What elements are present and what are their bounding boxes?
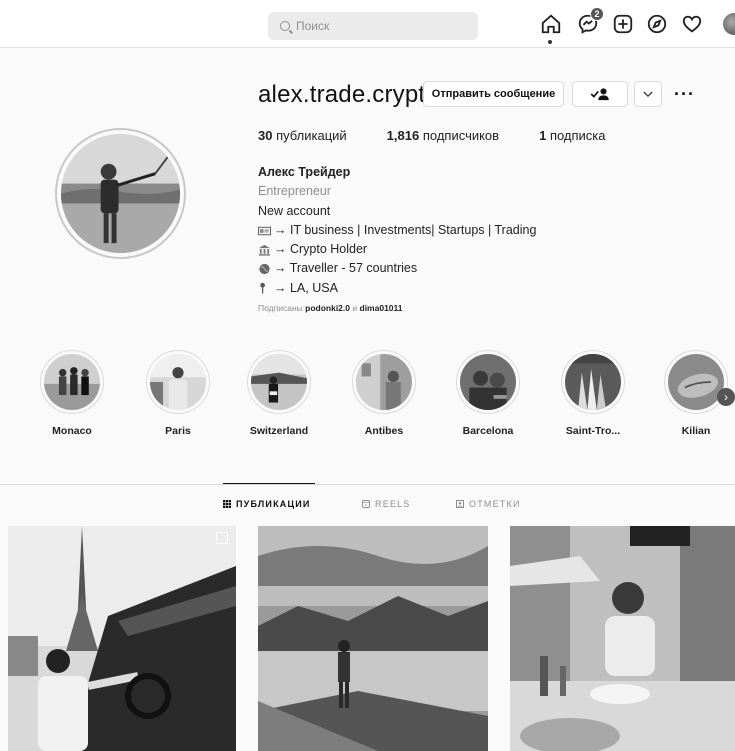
- search-icon: [280, 21, 290, 31]
- bio-line: → Traveller - 57 countries: [258, 259, 536, 278]
- highlights-next-button[interactable]: ›: [717, 388, 735, 406]
- tab-reels[interactable]: REELS: [362, 499, 411, 509]
- bio-line: → LA, USA: [258, 279, 536, 298]
- highlight-cover: [150, 354, 206, 410]
- highlight-label: Barcelona: [462, 425, 514, 437]
- send-message-button[interactable]: Отправить сообщение: [423, 81, 564, 107]
- category-label: Entrepreneur: [258, 184, 331, 199]
- tab-tagged[interactable]: ОТМЕТКИ: [456, 499, 521, 509]
- profile-photo: [61, 134, 180, 253]
- highlight-label: Saint-Tro...: [565, 425, 621, 437]
- card-index-icon: [258, 226, 271, 235]
- posts-stat[interactable]: 30 публикаций: [258, 128, 347, 143]
- highlight-label: Switzerland: [249, 425, 309, 437]
- profile-picture: [55, 128, 186, 259]
- bank-icon: [258, 244, 271, 256]
- chevron-down-icon: [643, 91, 653, 97]
- following-stat[interactable]: 1 подписка: [539, 128, 605, 143]
- carousel-icon: [216, 532, 228, 544]
- bio-line: New account: [258, 203, 331, 218]
- highlight-cover: [251, 354, 307, 410]
- highlight-label: Monaco: [52, 425, 92, 437]
- story-highlight[interactable]: Saint-Tro...: [553, 350, 633, 437]
- following-button[interactable]: [572, 81, 628, 107]
- profile-bio: Алекс Трейдер Entrepreneur New account →…: [258, 163, 536, 298]
- highlight-cover: [565, 354, 621, 410]
- grid-icon: [223, 500, 231, 508]
- activity-heart-icon[interactable]: [680, 12, 704, 36]
- highlight-label: Antibes: [364, 425, 404, 437]
- active-tab-indicator: [223, 483, 315, 484]
- new-post-icon[interactable]: [611, 12, 635, 36]
- notification-badge: 2: [590, 7, 604, 21]
- explore-icon[interactable]: [645, 12, 669, 36]
- top-navigation-bar: Поиск 2: [0, 0, 735, 48]
- bio-line: → Crypto Holder: [258, 240, 536, 259]
- profile-stats: 30 публикаций 1,816 подписчиков 1 подпис…: [258, 128, 646, 143]
- story-highlight[interactable]: Antibes: [344, 350, 424, 437]
- post-thumbnail[interactable]: [510, 526, 735, 751]
- messenger-icon[interactable]: 2: [576, 7, 604, 36]
- suggested-dropdown-button[interactable]: [634, 81, 662, 107]
- profile-avatar[interactable]: [723, 13, 735, 35]
- post-thumbnail[interactable]: [258, 526, 488, 751]
- story-highlight[interactable]: Monaco: [32, 350, 112, 437]
- followed-by-text[interactable]: Подписаны podonki2.0 и dima01011: [258, 303, 403, 313]
- home-icon[interactable]: [539, 12, 563, 36]
- story-highlight[interactable]: Barcelona: [448, 350, 528, 437]
- active-indicator: [548, 40, 552, 44]
- user-check-icon: [590, 88, 609, 101]
- highlight-label: Paris: [165, 425, 191, 437]
- tab-posts[interactable]: ПУБЛИКАЦИИ: [223, 499, 311, 509]
- highlight-label: Kilian: [681, 425, 711, 437]
- tabs-divider: [0, 484, 735, 485]
- post-thumbnail[interactable]: [8, 526, 236, 751]
- more-options-button[interactable]: ···: [674, 84, 695, 105]
- highlight-cover: [668, 354, 724, 410]
- search-input[interactable]: Поиск: [268, 12, 478, 40]
- search-placeholder: Поиск: [296, 19, 330, 33]
- full-name: Алекс Трейдер: [258, 165, 351, 179]
- highlight-cover: [356, 354, 412, 410]
- highlight-cover: [44, 354, 100, 410]
- bio-line: → IT business | Investments| Startups | …: [258, 221, 536, 240]
- tag-icon: [456, 500, 464, 508]
- highlight-cover: [460, 354, 516, 410]
- profile-username: alex.trade.crypt: [258, 81, 426, 108]
- reels-icon: [362, 500, 370, 508]
- story-highlight[interactable]: Paris: [138, 350, 218, 437]
- story-highlight[interactable]: Switzerland: [239, 350, 319, 437]
- pin-icon: [260, 283, 265, 294]
- globe-icon: [259, 264, 270, 275]
- followers-stat[interactable]: 1,816 подписчиков: [387, 128, 499, 143]
